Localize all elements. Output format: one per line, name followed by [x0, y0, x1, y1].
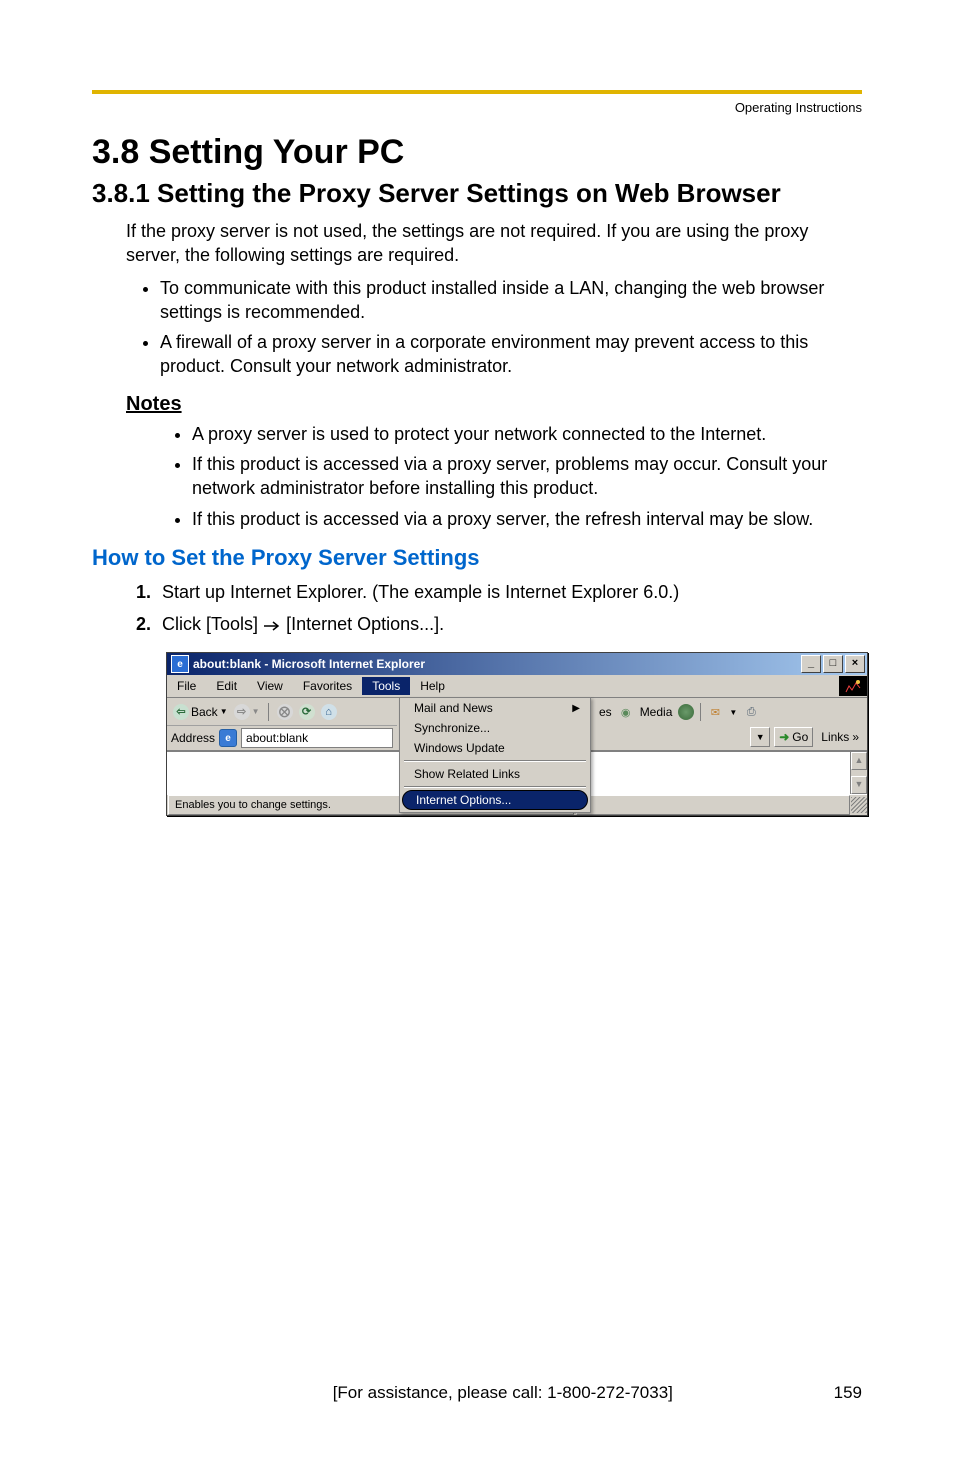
- menu-help[interactable]: Help: [410, 677, 455, 695]
- refresh-button[interactable]: ⟳: [299, 704, 315, 720]
- menu-view[interactable]: View: [247, 677, 293, 695]
- back-label: Back: [191, 705, 218, 719]
- page-number: 159: [834, 1383, 862, 1403]
- forward-arrow-icon: ⇨: [234, 704, 250, 720]
- menu-item-related-links[interactable]: Show Related Links: [400, 764, 590, 784]
- status-pane: [576, 795, 850, 815]
- chevron-right-icon: »: [852, 730, 859, 744]
- truncated-label: es: [599, 705, 612, 719]
- print-icon[interactable]: ⎙: [743, 704, 759, 720]
- address-label: Address: [171, 731, 215, 745]
- intro-bullet: A firewall of a proxy server in a corpor…: [160, 330, 862, 379]
- menu-item-internet-options[interactable]: Internet Options...: [402, 790, 588, 810]
- menu-item-label: Internet Options...: [416, 793, 511, 807]
- menu-item-label: Windows Update: [414, 741, 505, 755]
- go-label: Go: [792, 730, 808, 744]
- minimize-button[interactable]: _: [801, 655, 821, 673]
- intro-paragraph: If the proxy server is not used, the set…: [126, 219, 862, 268]
- ie-nav-buttons: ⇦ Back ▼ ⇨ ▼ ⨂ ⟳ ⌂: [167, 698, 397, 725]
- footer-assist-text: [For assistance, please call: 1-800-272-…: [333, 1383, 673, 1403]
- notes-bullets: A proxy server is used to protect your n…: [166, 422, 862, 531]
- menu-tools[interactable]: Tools: [362, 677, 410, 695]
- section-title: 3.8 Setting Your PC: [92, 133, 862, 172]
- menu-item-mail-news[interactable]: Mail and News ▶: [400, 698, 590, 718]
- media-label[interactable]: Media: [640, 705, 673, 719]
- scroll-down-button[interactable]: ▼: [851, 776, 867, 794]
- step-2-pre: Click [Tools]: [162, 614, 258, 634]
- ie-titlebar[interactable]: e about:blank - Microsoft Internet Explo…: [167, 653, 867, 675]
- menu-separator: [404, 760, 586, 762]
- menu-item-label: Show Related Links: [414, 767, 520, 781]
- step-2-post: [Internet Options...].: [286, 614, 444, 634]
- dropdown-arrow-icon: ▼: [220, 707, 228, 716]
- toolbar-separator: [268, 703, 269, 721]
- back-arrow-icon: ⇦: [173, 704, 189, 720]
- toolbar-separator: [700, 703, 701, 721]
- scroll-up-button[interactable]: ▲: [851, 752, 867, 770]
- ie-window: e about:blank - Microsoft Internet Explo…: [166, 652, 868, 816]
- links-toolbar[interactable]: Links »: [817, 728, 863, 746]
- go-button[interactable]: ➜ Go: [774, 727, 813, 747]
- tools-dropdown: Mail and News ▶ Synchronize... Windows U…: [399, 697, 591, 813]
- steps-list: Start up Internet Explorer. (The example…: [126, 579, 862, 638]
- note-bullet: If this product is accessed via a proxy …: [192, 507, 862, 531]
- menu-item-windows-update[interactable]: Windows Update: [400, 738, 590, 758]
- go-arrow-icon: ➜: [779, 730, 789, 744]
- note-bullet: A proxy server is used to protect your n…: [192, 422, 862, 446]
- step-2: Click [Tools] [Internet Options...].: [156, 611, 862, 638]
- menu-item-label: Mail and News: [414, 701, 493, 715]
- media-icon[interactable]: ◉: [618, 704, 634, 720]
- mail-icon[interactable]: ✉: [707, 704, 723, 720]
- ie-address-bar: Address e about:blank: [167, 726, 397, 751]
- stop-button[interactable]: ⨂: [277, 704, 293, 720]
- address-dropdown-button[interactable]: ▼: [750, 727, 770, 747]
- scrollbar[interactable]: ▲ ▼: [850, 752, 867, 794]
- footer-spacer: [92, 1383, 172, 1403]
- throbber-icon: [839, 676, 867, 696]
- submenu-arrow-icon: ▶: [572, 703, 580, 714]
- menu-separator: [404, 786, 586, 788]
- dropdown-arrow-icon: ▼: [729, 708, 737, 717]
- menu-edit[interactable]: Edit: [206, 677, 247, 695]
- subsection-title: 3.8.1 Setting the Proxy Server Settings …: [92, 178, 862, 209]
- menu-item-synchronize[interactable]: Synchronize...: [400, 718, 590, 738]
- close-button[interactable]: ×: [845, 655, 865, 673]
- step-1: Start up Internet Explorer. (The example…: [156, 579, 862, 605]
- menu-favorites[interactable]: Favorites: [293, 677, 362, 695]
- ie-toolbar: ⇦ Back ▼ ⇨ ▼ ⨂ ⟳ ⌂ Address e a: [167, 698, 867, 751]
- running-head: Operating Instructions: [92, 100, 862, 115]
- forward-button[interactable]: ⇨ ▼: [234, 704, 260, 720]
- links-label: Links: [821, 730, 849, 744]
- resize-grip-icon[interactable]: [851, 797, 867, 813]
- howto-heading: How to Set the Proxy Server Settings: [92, 545, 862, 571]
- header-rule: [92, 90, 862, 94]
- home-button[interactable]: ⌂: [321, 704, 337, 720]
- ie-window-title: about:blank - Microsoft Internet Explore…: [193, 657, 801, 671]
- ie-menubar: File Edit View Favorites Tools Help: [167, 675, 867, 698]
- page-footer: [For assistance, please call: 1-800-272-…: [92, 1383, 862, 1403]
- history-icon[interactable]: [678, 704, 694, 720]
- menu-file[interactable]: File: [167, 677, 206, 695]
- ie-app-icon: e: [171, 655, 189, 673]
- ie-right-toolbar: es ◉ Media ✉ ▼ ⎙: [599, 700, 863, 724]
- ie-address-right: ▼ ➜ Go Links »: [599, 726, 863, 748]
- note-bullet: If this product is accessed via a proxy …: [192, 452, 862, 501]
- notes-heading: Notes: [126, 393, 862, 416]
- menu-item-label: Synchronize...: [414, 721, 490, 735]
- address-input[interactable]: about:blank: [241, 728, 393, 748]
- arrow-right-icon: [263, 612, 281, 638]
- maximize-button[interactable]: □: [823, 655, 843, 673]
- back-button[interactable]: ⇦ Back ▼: [173, 704, 228, 720]
- intro-bullet: To communicate with this product install…: [160, 276, 862, 325]
- page-icon: e: [219, 729, 237, 747]
- intro-bullets: To communicate with this product install…: [126, 276, 862, 379]
- dropdown-arrow-icon: ▼: [252, 707, 260, 716]
